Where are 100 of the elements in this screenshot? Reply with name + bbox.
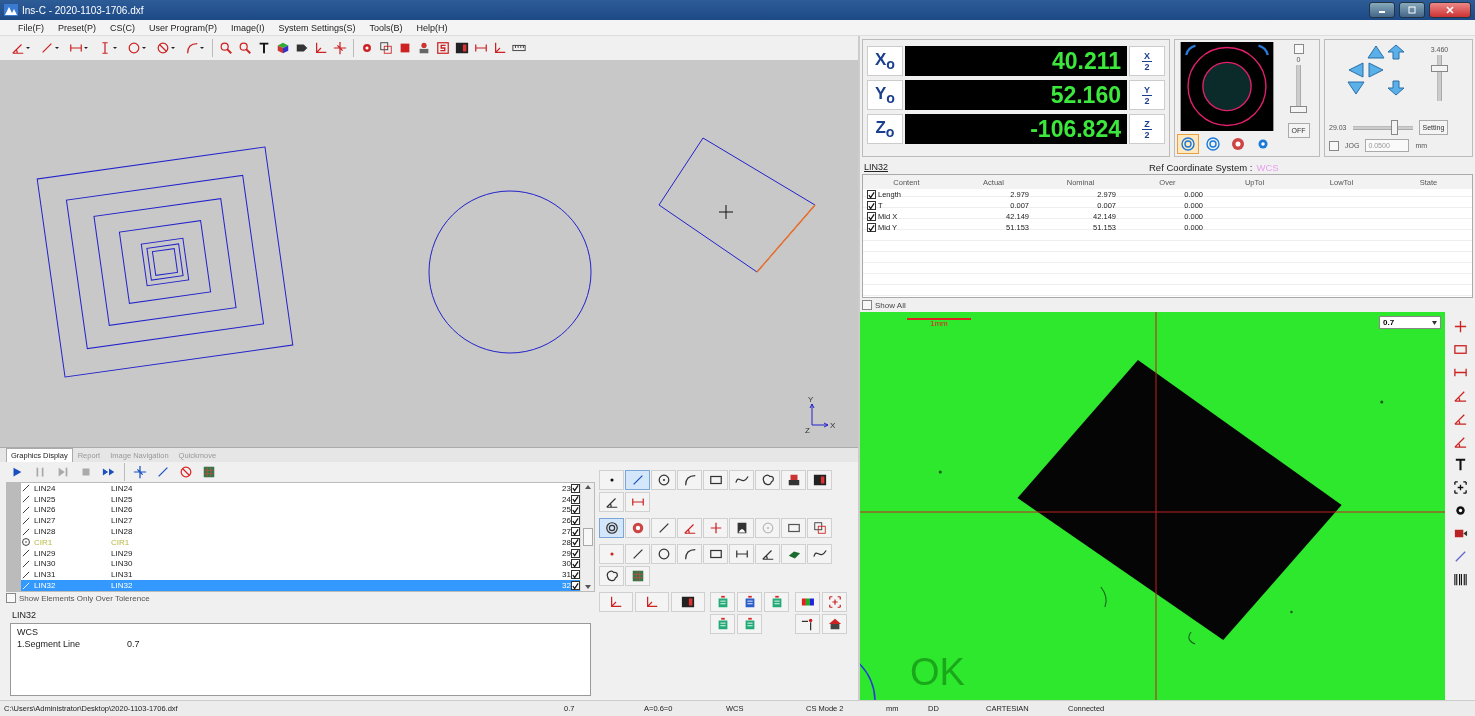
origin-icon[interactable] — [599, 592, 633, 612]
color-bars-icon[interactable] — [795, 592, 820, 612]
arrow-right-icon[interactable] — [1367, 62, 1385, 78]
line-icon — [21, 515, 31, 526]
pin-icon[interactable] — [795, 614, 820, 634]
ring-icon[interactable] — [599, 518, 624, 538]
coordinate-display: 40.211 — [905, 46, 1127, 76]
crosshair-cursor-icon — [718, 204, 734, 220]
scroll-down-icon[interactable] — [584, 585, 591, 589]
page-down-icon[interactable] — [1387, 80, 1405, 96]
arc-center-icon[interactable] — [677, 470, 702, 490]
close-button[interactable] — [1429, 2, 1471, 18]
element-name: LIN30 — [34, 559, 56, 569]
angle-icon[interactable] — [599, 492, 624, 512]
element-index: 25 — [561, 505, 571, 515]
axis-align-icon[interactable] — [635, 592, 669, 612]
checkbox[interactable] — [867, 190, 876, 199]
element-index: 32 — [561, 581, 571, 591]
menu-item[interactable]: Tools(B) — [369, 22, 403, 33]
distance-icon[interactable] — [729, 544, 754, 564]
line-icon — [21, 548, 31, 559]
detail-text: 1.Segment Line — [17, 639, 82, 649]
element-name: LIN29 — [34, 548, 56, 558]
circle-center-icon[interactable] — [651, 470, 676, 490]
half-button[interactable]: X 2 — [1129, 46, 1165, 76]
scroll-up-icon[interactable] — [584, 485, 591, 489]
line-icon — [21, 580, 31, 591]
page-up-icon[interactable] — [1387, 44, 1405, 60]
coordinate-display: 52.160 — [905, 80, 1127, 110]
caret-icon — [1432, 320, 1437, 325]
feature-name: LIN32 — [864, 162, 890, 172]
menu-item[interactable]: CS(C) — [110, 22, 135, 33]
arrow-up-icon[interactable] — [1367, 44, 1385, 60]
element-name: LIN24 — [34, 483, 56, 493]
axis-label: Z — [805, 426, 810, 435]
element-label: LIN31 — [111, 570, 133, 580]
checkbox[interactable] — [862, 300, 872, 310]
caret-icon — [54, 46, 59, 50]
line-icon — [21, 505, 31, 515]
element-label: LIN29 — [111, 548, 133, 558]
slot-icon[interactable] — [703, 544, 728, 564]
checkbox[interactable] — [867, 212, 876, 221]
angle-icon[interactable] — [755, 544, 780, 564]
flower-icon[interactable] — [625, 518, 650, 538]
menu-item[interactable]: User Program(P) — [149, 22, 218, 33]
checkbox[interactable] — [6, 593, 16, 603]
curve-icon[interactable] — [729, 470, 754, 490]
checkbox[interactable] — [1293, 44, 1304, 54]
element-index: 31 — [561, 570, 571, 580]
element-row[interactable]: LIN24 LIN24 23 — [21, 483, 580, 494]
minimize-button[interactable] — [1369, 2, 1395, 18]
line-icon — [21, 569, 31, 580]
half-button[interactable]: Y 2 — [1129, 80, 1165, 110]
element-label: LIN28 — [111, 527, 133, 537]
arrow-down-icon[interactable] — [1347, 80, 1365, 96]
menu-item[interactable]: Image(I) — [231, 22, 265, 33]
checkbox[interactable] — [1329, 140, 1339, 151]
frame-icon[interactable] — [781, 518, 806, 538]
export-word-icon[interactable] — [737, 592, 762, 612]
element-index: 29 — [561, 548, 571, 558]
half-button[interactable]: Z 2 — [1129, 114, 1165, 144]
plane-icon[interactable] — [781, 544, 806, 564]
menu-item[interactable]: File(F) — [18, 22, 44, 33]
axis-label: Z$_{o}$ — [867, 114, 903, 144]
element-label: LIN26 — [111, 505, 133, 515]
zoom-dropdown[interactable]: 0.7 — [1379, 316, 1441, 329]
element-index: 24 — [561, 494, 571, 504]
distance-icon[interactable] — [625, 492, 650, 512]
arrow-left-icon[interactable] — [1347, 62, 1365, 78]
contour-icon[interactable] — [755, 470, 780, 490]
checkbox-label: Show All — [875, 300, 906, 310]
crosshair-icon[interactable] — [822, 592, 847, 612]
window-title: Ins-C - 2020-1103-1706.dxf — [22, 4, 145, 16]
grid-icon[interactable] — [625, 566, 650, 586]
element-index: 23 — [561, 483, 571, 493]
export-excel-icon[interactable] — [710, 592, 735, 612]
selected-edge-line — [756, 204, 816, 273]
maximize-button[interactable] — [1399, 2, 1425, 18]
home-icon[interactable] — [822, 614, 847, 634]
detail-title: LIN32 — [11, 609, 38, 622]
rectangle-icon[interactable] — [703, 470, 728, 490]
element-name: LIN27 — [34, 516, 56, 526]
menu-item[interactable]: Help(H) — [416, 22, 448, 33]
arc-icon[interactable] — [677, 544, 702, 564]
image-icon[interactable] — [729, 518, 754, 538]
checkbox[interactable] — [867, 223, 876, 232]
angle-tool-icon — [10, 41, 25, 55]
faded-rect-icon[interactable] — [807, 518, 832, 538]
contour-icon[interactable] — [599, 566, 624, 586]
ref-system-value: WCS — [1256, 161, 1279, 173]
point-angle-icon[interactable] — [677, 518, 702, 538]
menu-item[interactable]: Preset(P) — [58, 22, 96, 33]
circle-icon — [21, 537, 31, 548]
element-row[interactable]: CIR1 CIR1 28 — [21, 537, 580, 548]
menu-item[interactable]: System Settings(S) — [278, 22, 356, 33]
element-name: LIN32 — [34, 581, 56, 591]
light-mode-icon[interactable] — [1177, 134, 1199, 154]
scroll-thumb-icon[interactable] — [582, 528, 593, 546]
checkbox[interactable] — [867, 201, 876, 210]
curve-icon[interactable] — [807, 544, 832, 564]
